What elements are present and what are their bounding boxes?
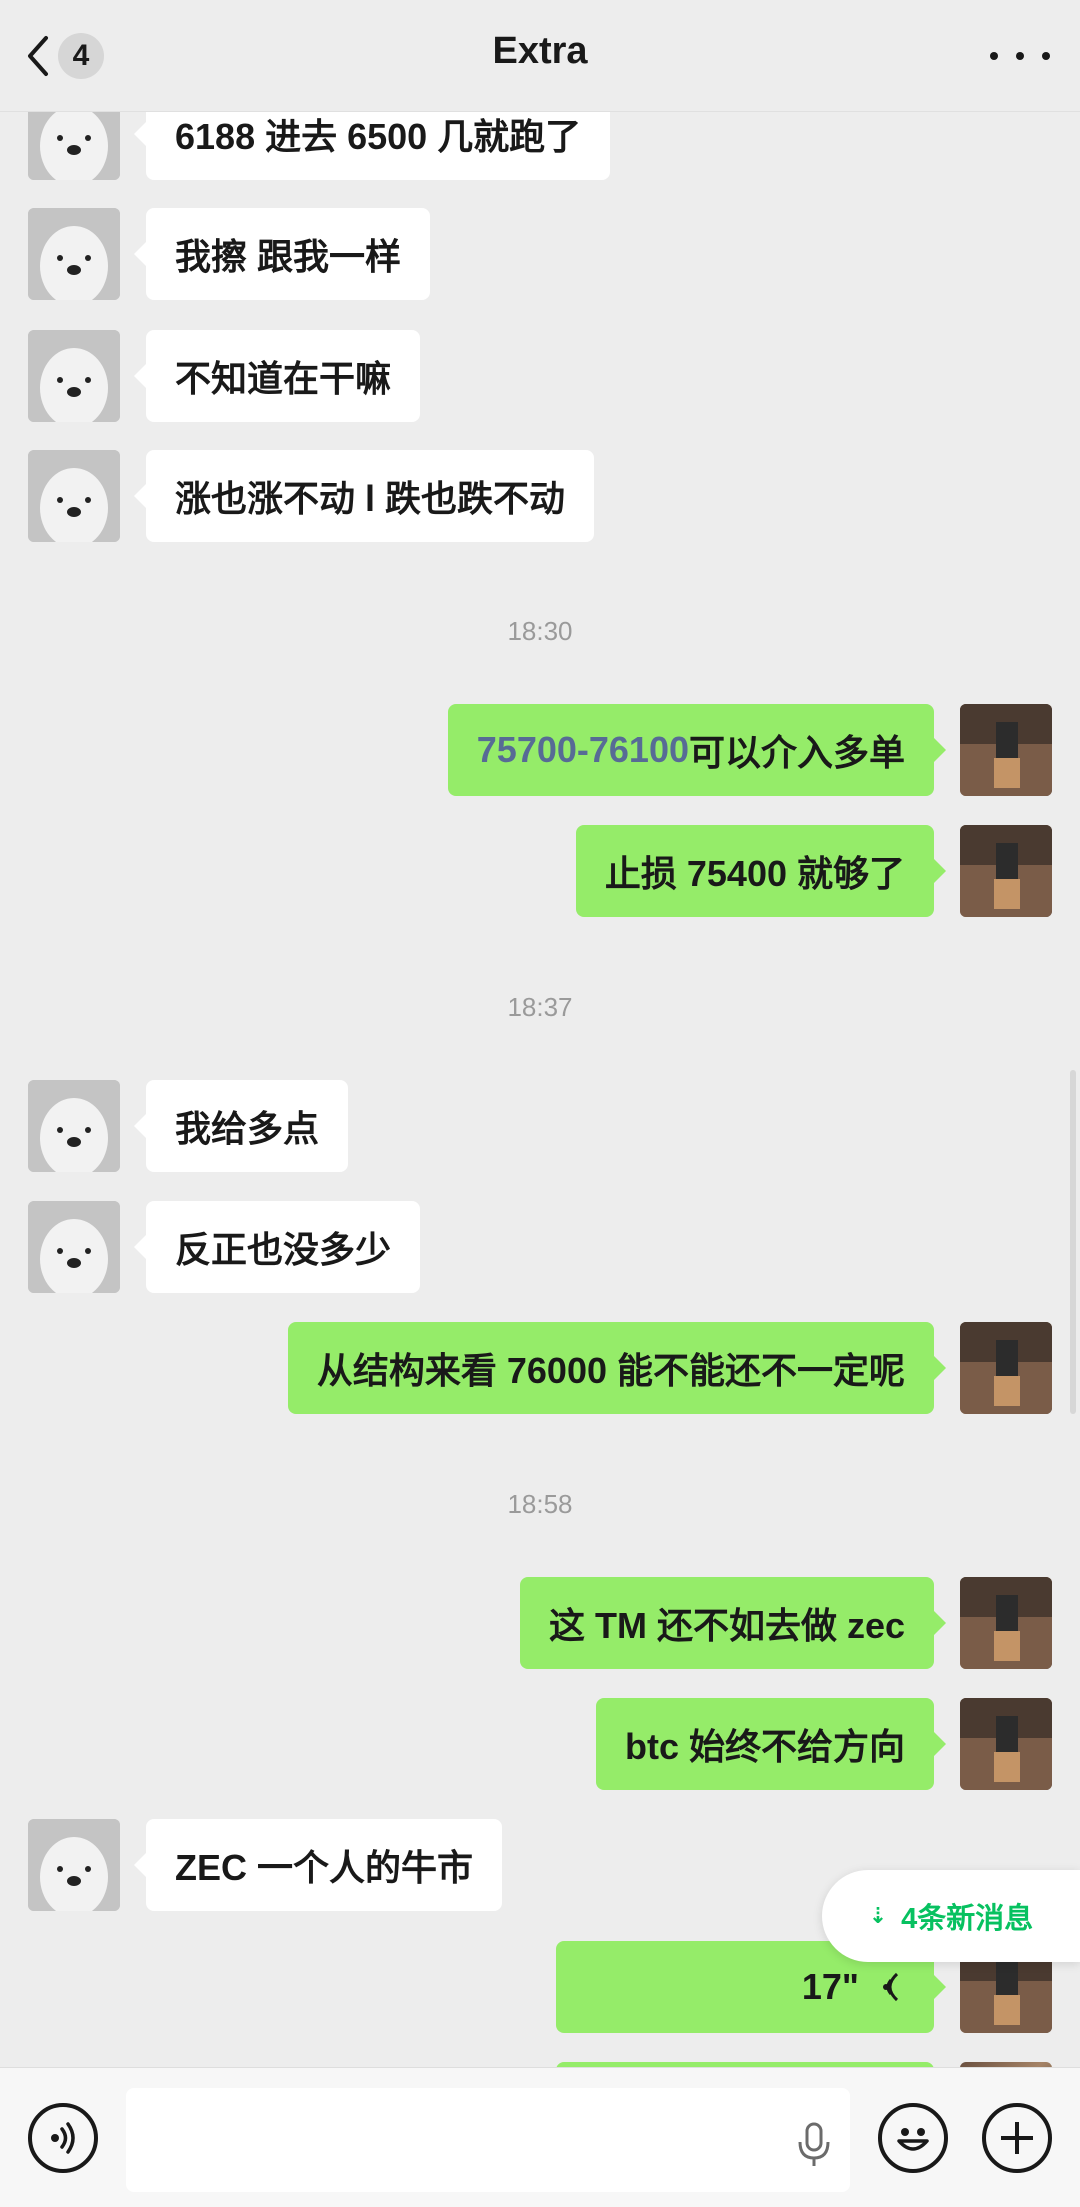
incoming-message-bubble[interactable]: 不知道在干嘛 — [133, 330, 421, 422]
outgoing-message-bubble[interactable]: 从结构来看 76000 能不能还不一定呢 — [287, 1322, 947, 1414]
contact-avatar[interactable] — [28, 450, 120, 542]
price-range-link[interactable]: 75700-76100 — [477, 729, 689, 771]
message-list[interactable]: 6188 进去 6500 几就跑了 我擦 跟我一样 不知道在干嘛 涨也涨不动 l… — [0, 112, 1080, 2067]
new-messages-button[interactable]: ⇣ 4条新消息 — [822, 1870, 1080, 1962]
timestamp: 18:37 — [507, 992, 573, 1022]
scrollbar[interactable] — [1070, 1070, 1076, 1414]
voice-mode-icon[interactable] — [28, 2103, 98, 2173]
incoming-message-bubble[interactable]: 6188 进去 6500 几就跑了 — [133, 112, 611, 180]
my-avatar[interactable] — [960, 1322, 1052, 1414]
incoming-message-bubble[interactable]: 反正也没多少 — [133, 1201, 421, 1293]
timestamp: 18:30 — [507, 616, 573, 646]
double-chevron-down-icon: ⇣ — [868, 1903, 888, 1928]
my-avatar[interactable] — [960, 1698, 1052, 1790]
contact-avatar[interactable] — [28, 1201, 120, 1293]
more-dots-icon[interactable] — [990, 36, 1050, 76]
message-text: 可以介入多单 — [688, 732, 905, 773]
new-messages-label: 4条新消息 — [901, 1903, 1034, 1935]
outgoing-message-bubble[interactable]: 这 TM 还不如去做 zec — [519, 1577, 947, 1669]
outgoing-message-bubble[interactable]: 75700-76100 可以介入多单 — [447, 704, 947, 796]
incoming-message-bubble[interactable]: ZEC 一个人的牛市 — [133, 1819, 503, 1911]
voice-duration: 17" — [801, 1966, 859, 2007]
my-avatar[interactable] — [960, 825, 1052, 917]
outgoing-message-bubble[interactable]: btc 始终不给方向 — [595, 1698, 947, 1790]
incoming-message-bubble[interactable]: 我给多点 — [133, 1080, 349, 1172]
outgoing-message-bubble[interactable]: 止损 75400 就够了 — [575, 825, 947, 917]
microphone-icon[interactable] — [796, 2122, 832, 2168]
contact-avatar[interactable] — [28, 1080, 120, 1172]
incoming-message-bubble[interactable]: 涨也涨不动 l 跌也跌不动 — [133, 450, 595, 542]
top-bar: 4 Extra — [0, 0, 1080, 112]
chat-title: Extra — [492, 30, 588, 72]
message-input[interactable] — [126, 2088, 850, 2192]
plus-icon[interactable] — [982, 2103, 1052, 2173]
contact-avatar[interactable] — [28, 330, 120, 422]
incoming-message-bubble[interactable]: 我擦 跟我一样 — [133, 208, 431, 300]
contact-avatar[interactable] — [28, 1819, 120, 1911]
my-avatar[interactable] — [960, 1577, 1052, 1669]
input-bar — [0, 2067, 1080, 2207]
contact-avatar[interactable] — [28, 208, 120, 300]
voice-wave-icon — [883, 1972, 899, 2002]
contact-avatar[interactable] — [28, 112, 120, 180]
my-avatar[interactable] — [960, 704, 1052, 796]
timestamp: 18:58 — [507, 1489, 573, 1519]
emoji-icon[interactable] — [878, 2103, 948, 2173]
